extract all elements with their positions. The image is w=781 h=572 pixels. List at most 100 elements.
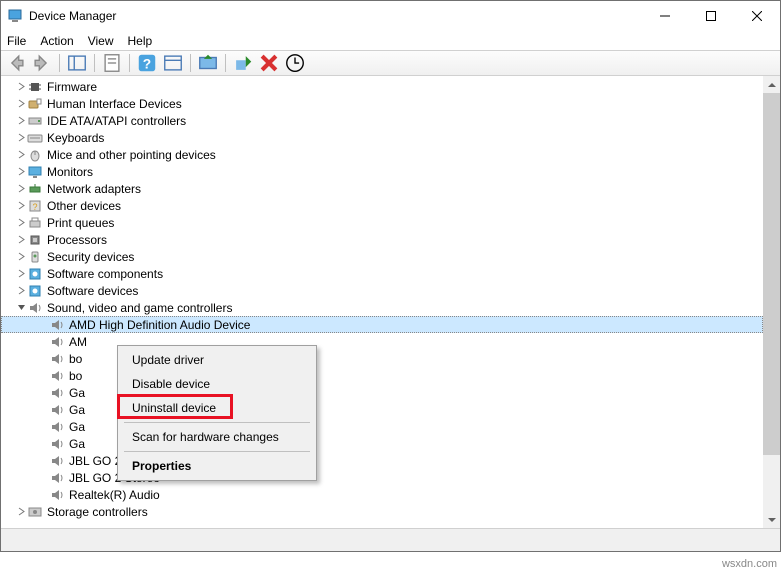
tree-item[interactable]: AM: [1, 333, 763, 350]
tree-item[interactable]: Monitors: [1, 163, 763, 180]
tree-item[interactable]: IDE ATA/ATAPI controllers: [1, 112, 763, 129]
tree-item[interactable]: JBL GO 2 Hands-Free AG Audio: [1, 452, 763, 469]
help-button[interactable]: ?: [136, 52, 158, 74]
scrollbar[interactable]: [763, 76, 780, 528]
tree-label: Ga: [69, 386, 85, 400]
storage-icon: [27, 504, 43, 520]
tree-label: Firmware: [47, 80, 97, 94]
hid-icon: [27, 96, 43, 112]
back-button[interactable]: [5, 52, 27, 74]
tree-item[interactable]: bo: [1, 350, 763, 367]
tree-label: Security devices: [47, 250, 134, 264]
monitor-icon: [27, 164, 43, 180]
tree-item[interactable]: Ga: [1, 435, 763, 452]
show-hide-tree-button[interactable]: [66, 52, 88, 74]
ctx-properties[interactable]: Properties: [120, 454, 314, 478]
tree-item[interactable]: Realtek(R) Audio: [1, 486, 763, 503]
tree-label: Print queues: [47, 216, 114, 230]
statusbar: [1, 529, 780, 551]
sound-icon: [49, 453, 65, 469]
other-icon: ?: [27, 198, 43, 214]
tree-item[interactable]: Firmware: [1, 78, 763, 95]
minimize-button[interactable]: [642, 1, 688, 31]
menu-action[interactable]: Action: [40, 34, 73, 48]
tree-item[interactable]: ? Other devices: [1, 197, 763, 214]
chevron-right-icon[interactable]: [15, 82, 27, 91]
sound-icon: [49, 368, 65, 384]
tree-item[interactable]: bo: [1, 367, 763, 384]
forward-button[interactable]: [31, 52, 53, 74]
scroll-down-icon[interactable]: [763, 511, 780, 528]
tree-label: IDE ATA/ATAPI controllers: [47, 114, 186, 128]
tree-item[interactable]: Print queues: [1, 214, 763, 231]
scroll-thumb[interactable]: [763, 93, 780, 455]
menu-view[interactable]: View: [88, 34, 114, 48]
tree-label: Other devices: [47, 199, 121, 213]
menu-help[interactable]: Help: [128, 34, 153, 48]
chevron-right-icon[interactable]: [15, 286, 27, 295]
sound-icon: [49, 334, 65, 350]
tree-item[interactable]: Software components: [1, 265, 763, 282]
tree-label: Processors: [47, 233, 107, 247]
keyboard-icon: [27, 130, 43, 146]
tree-item[interactable]: Network adapters: [1, 180, 763, 197]
tree-item[interactable]: JBL GO 2 Stereo: [1, 469, 763, 486]
chevron-right-icon[interactable]: [15, 133, 27, 142]
chevron-right-icon[interactable]: [15, 150, 27, 159]
update-driver-button[interactable]: [197, 52, 219, 74]
tree-label: AMD High Definition Audio Device: [69, 318, 250, 332]
tree-item[interactable]: Ga: [1, 418, 763, 435]
net-icon: [27, 181, 43, 197]
menu-file[interactable]: File: [7, 34, 26, 48]
svg-text:?: ?: [32, 202, 37, 212]
tree-item[interactable]: Security devices: [1, 248, 763, 265]
chevron-right-icon[interactable]: [15, 235, 27, 244]
tree-item[interactable]: Software devices: [1, 282, 763, 299]
tree-label: Software components: [47, 267, 163, 281]
tree-label: Human Interface Devices: [47, 97, 182, 111]
tree-label: Mice and other pointing devices: [47, 148, 216, 162]
tree-item[interactable]: Storage controllers: [1, 503, 763, 520]
chevron-right-icon[interactable]: [15, 507, 27, 516]
tree-item[interactable]: Mice and other pointing devices: [1, 146, 763, 163]
chevron-right-icon[interactable]: [15, 184, 27, 193]
scan-hardware-button[interactable]: [284, 52, 306, 74]
ctx-scan-hardware[interactable]: Scan for hardware changes: [120, 425, 314, 449]
close-button[interactable]: [734, 1, 780, 31]
tree-item[interactable]: Keyboards: [1, 129, 763, 146]
tree-item[interactable]: Sound, video and game controllers: [1, 299, 763, 316]
chevron-right-icon[interactable]: [15, 201, 27, 210]
scroll-up-icon[interactable]: [763, 76, 780, 93]
app-icon: [7, 8, 23, 24]
soft-icon: [27, 266, 43, 282]
tree-label: bo: [69, 369, 82, 383]
tree-label: Sound, video and game controllers: [47, 301, 232, 315]
chevron-down-icon[interactable]: [15, 303, 27, 312]
chevron-right-icon[interactable]: [15, 218, 27, 227]
ctx-update-driver[interactable]: Update driver: [120, 348, 314, 372]
tree-item[interactable]: Processors: [1, 231, 763, 248]
print-icon: [27, 215, 43, 231]
sound-icon: [49, 385, 65, 401]
ctx-disable-device[interactable]: Disable device: [120, 372, 314, 396]
tree-label: AM: [69, 335, 87, 349]
ctx-uninstall-device[interactable]: Uninstall device: [120, 396, 314, 420]
chevron-right-icon[interactable]: [15, 252, 27, 261]
uninstall-device-button[interactable]: [258, 52, 280, 74]
chevron-right-icon[interactable]: [15, 167, 27, 176]
toolbar: ?: [1, 50, 780, 76]
device-tree[interactable]: Firmware Human Interface Devices IDE ATA…: [1, 76, 763, 528]
chevron-right-icon[interactable]: [15, 269, 27, 278]
tree-item[interactable]: AMD High Definition Audio Device: [1, 316, 763, 333]
properties-button[interactable]: [101, 52, 123, 74]
chevron-right-icon[interactable]: [15, 99, 27, 108]
maximize-button[interactable]: [688, 1, 734, 31]
menubar: File Action View Help: [1, 31, 780, 50]
tree-label: bo: [69, 352, 82, 366]
tree-item[interactable]: Human Interface Devices: [1, 95, 763, 112]
tree-item[interactable]: Ga: [1, 401, 763, 418]
tree-item[interactable]: Ga: [1, 384, 763, 401]
action-button[interactable]: [162, 52, 184, 74]
chevron-right-icon[interactable]: [15, 116, 27, 125]
enable-device-button[interactable]: [232, 52, 254, 74]
